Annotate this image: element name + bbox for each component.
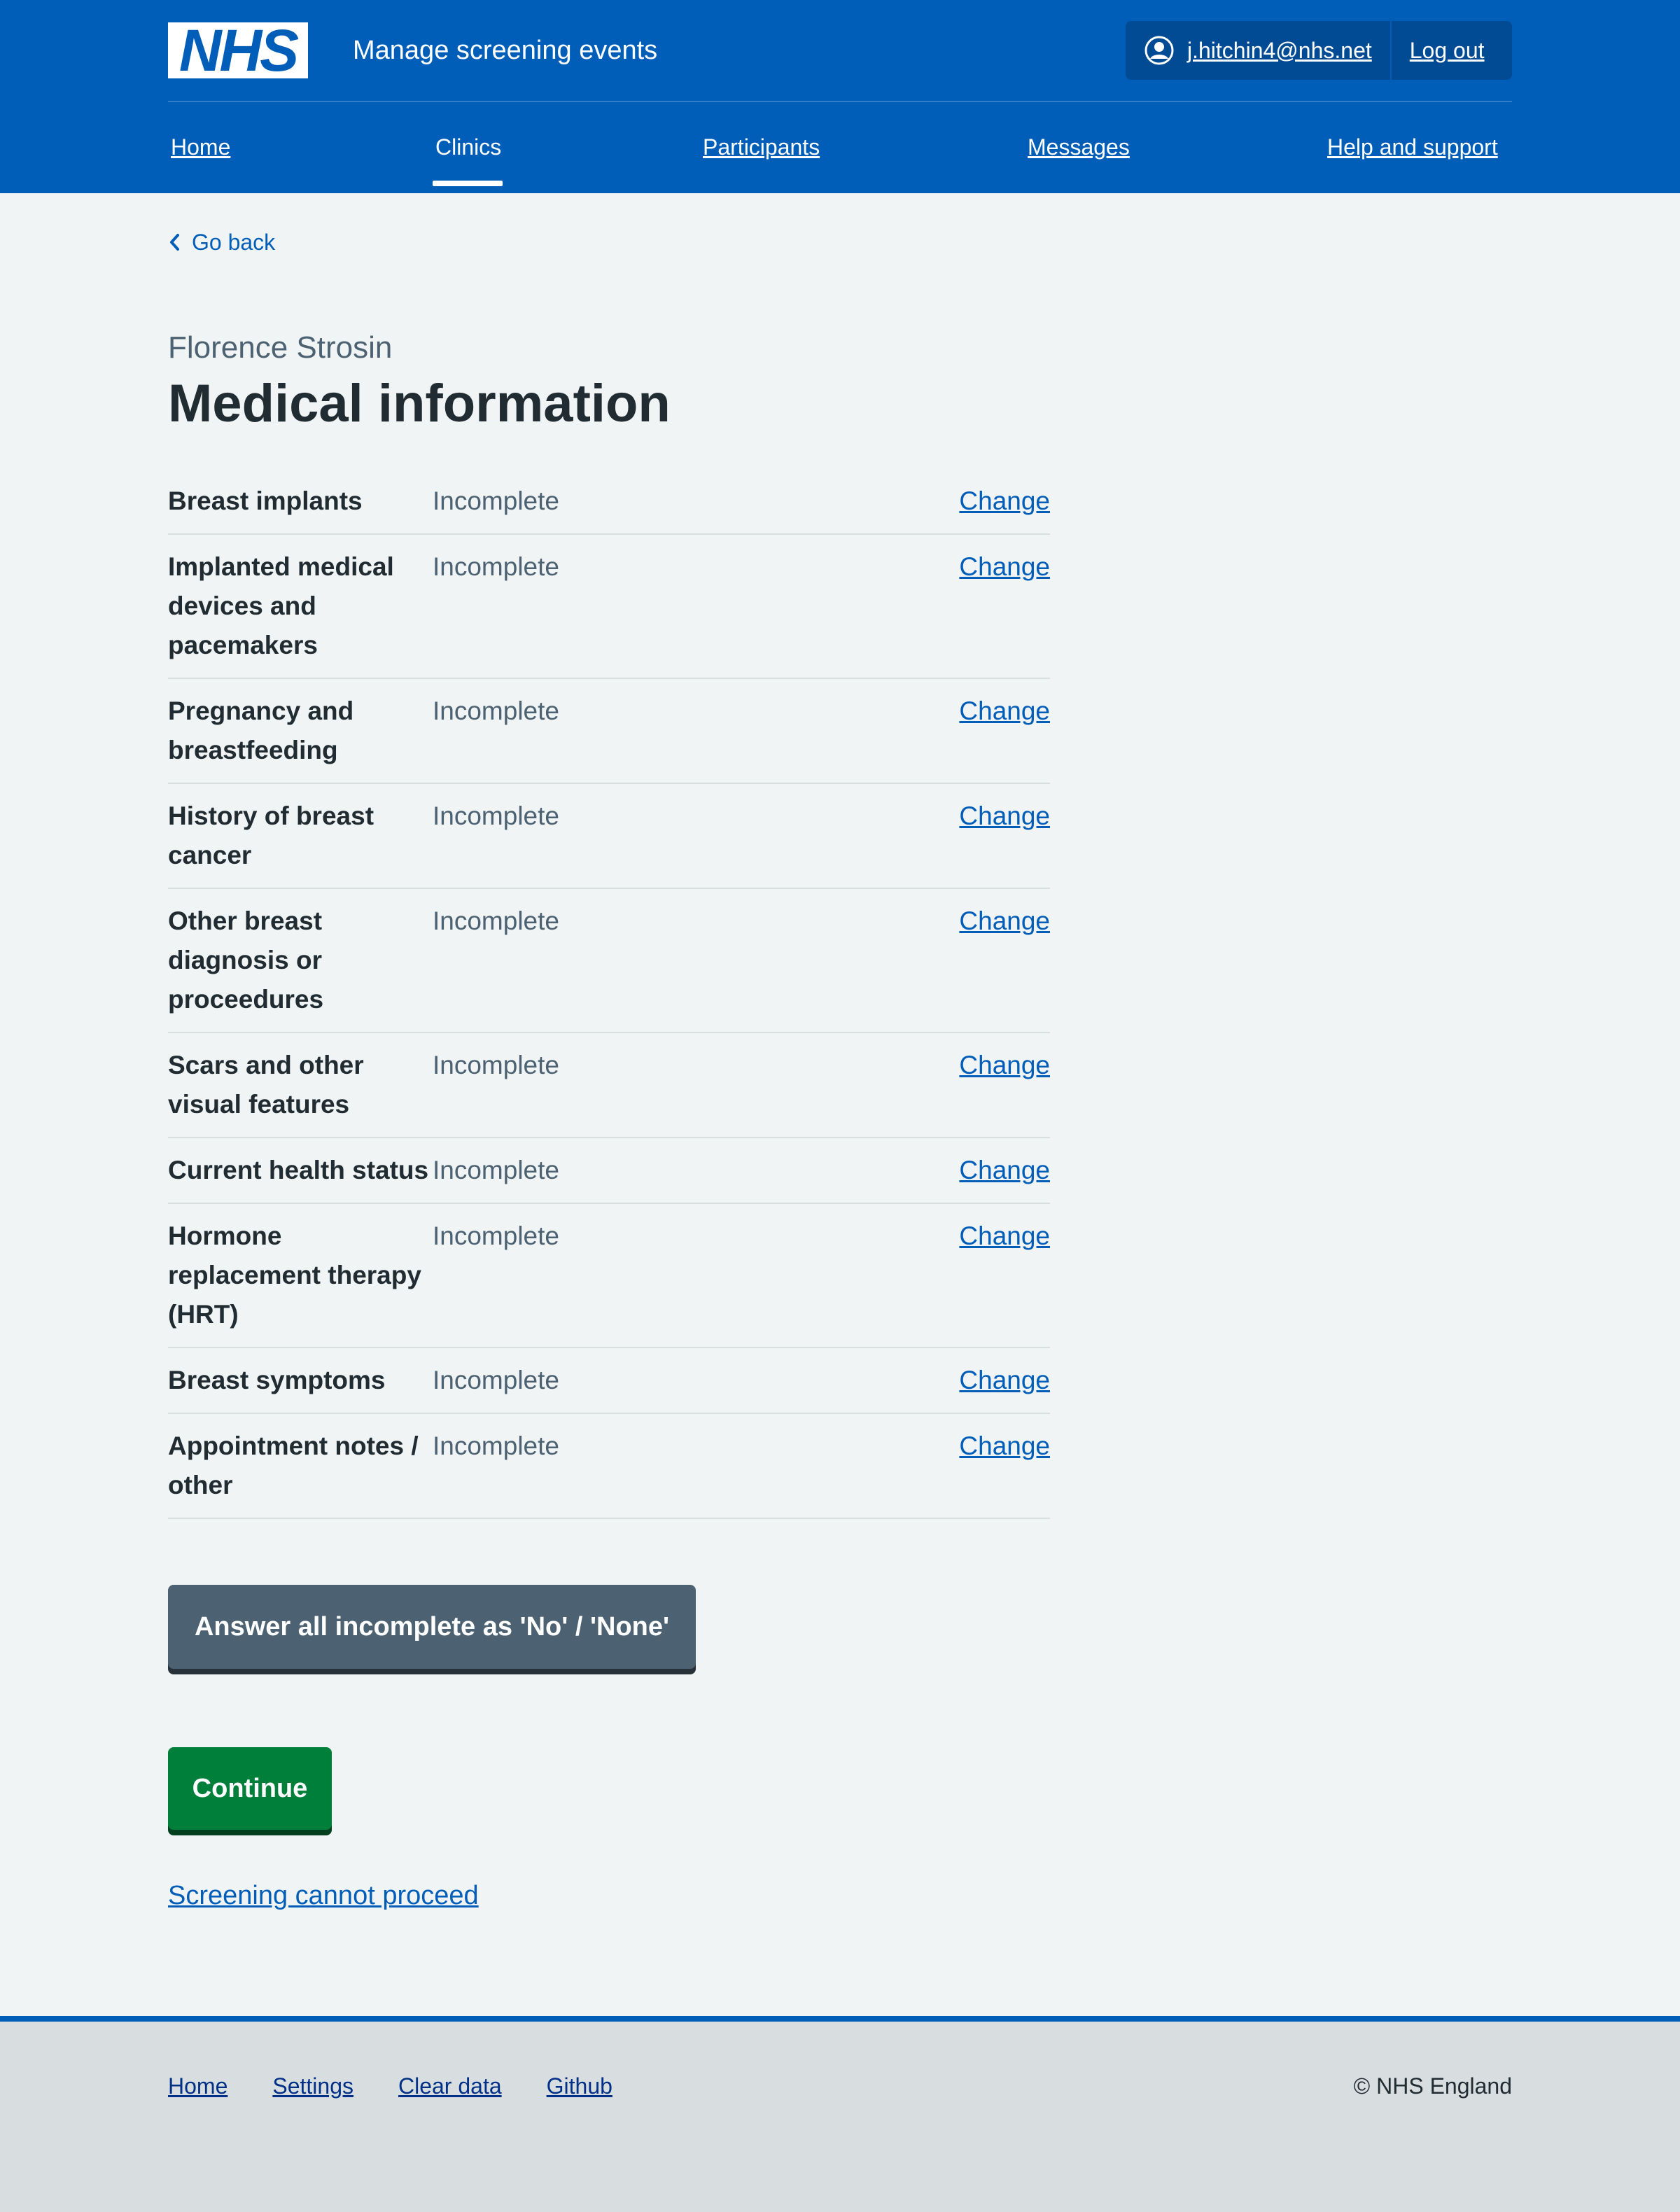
nav-active-indicator	[433, 181, 503, 186]
summary-row-breast-symptoms: Breast symptoms Incomplete Change	[168, 1348, 1050, 1414]
account-panel: j.hitchin4@nhs.net Log out	[1126, 21, 1512, 80]
summary-value: Incomplete	[433, 1156, 559, 1184]
change-link[interactable]: Change	[959, 1046, 1050, 1085]
summary-value: Incomplete	[433, 552, 559, 581]
summary-value: Incomplete	[433, 802, 559, 830]
summary-key: Current health status	[168, 1156, 429, 1184]
screening-cannot-proceed-link[interactable]: Screening cannot proceed	[168, 1879, 479, 1912]
chevron-left-icon	[170, 234, 179, 251]
change-link[interactable]: Change	[959, 1361, 1050, 1400]
nav-clinics[interactable]: Clinics	[435, 133, 501, 161]
primary-nav: Home Clinics Participants Messages Help …	[168, 102, 1512, 193]
summary-row-other-diagnosis: Other breast diagnosis or proceedures In…	[168, 889, 1050, 1033]
back-link-label: Go back	[192, 230, 276, 255]
answer-all-incomplete-button[interactable]: Answer all incomplete as 'No' / 'None'	[168, 1585, 696, 1669]
footer-link-clear-data[interactable]: Clear data	[398, 2072, 502, 2100]
user-email-link[interactable]: j.hitchin4@nhs.net	[1187, 38, 1372, 64]
summary-value: Incomplete	[433, 1222, 559, 1250]
change-link[interactable]: Change	[959, 902, 1050, 941]
change-link[interactable]: Change	[959, 692, 1050, 731]
footer-link-home[interactable]: Home	[168, 2072, 227, 2100]
change-link[interactable]: Change	[959, 1151, 1050, 1190]
nav-home[interactable]: Home	[171, 133, 230, 161]
summary-value: Incomplete	[433, 906, 559, 935]
summary-key: Implanted medical devices and pacemakers	[168, 552, 394, 659]
header-top: NHS Manage screening events j.hitchin4@n…	[168, 0, 1512, 102]
user-icon	[1144, 36, 1174, 65]
summary-key: Other breast diagnosis or proceedures	[168, 906, 324, 1014]
participant-name-caption: Florence Strosin	[168, 330, 393, 365]
change-link[interactable]: Change	[959, 1427, 1050, 1466]
summary-key: Scars and other visual features	[168, 1051, 364, 1119]
copyright: © NHS England	[1353, 2073, 1512, 2099]
summary-value: Incomplete	[433, 1366, 559, 1394]
summary-row-pregnancy: Pregnancy and breastfeeding Incomplete C…	[168, 679, 1050, 784]
footer-links: Home Settings Clear data Github	[168, 2072, 657, 2100]
summary-row-breast-cancer-history: History of breast cancer Incomplete Chan…	[168, 784, 1050, 889]
account-user: j.hitchin4@nhs.net	[1126, 21, 1392, 80]
nav-messages[interactable]: Messages	[1028, 133, 1130, 161]
change-link[interactable]: Change	[959, 547, 1050, 587]
logo-text: NHS	[178, 18, 299, 83]
nhs-logo[interactable]: NHS	[168, 18, 308, 83]
change-link[interactable]: Change	[959, 1217, 1050, 1256]
summary-key: Appointment notes / other	[168, 1432, 419, 1499]
summary-value: Incomplete	[433, 486, 559, 515]
continue-button[interactable]: Continue	[168, 1747, 332, 1830]
summary-key: History of breast cancer	[168, 802, 374, 869]
summary-key: Pregnancy and breastfeeding	[168, 696, 354, 764]
summary-row-implanted-devices: Implanted medical devices and pacemakers…	[168, 535, 1050, 679]
site-header: NHS Manage screening events j.hitchin4@n…	[0, 0, 1680, 193]
back-link[interactable]: Go back	[168, 228, 275, 256]
summary-row-hrt: Hormone replacement therapy (HRT) Incomp…	[168, 1204, 1050, 1348]
summary-list: Breast implants Incomplete Change Implan…	[168, 469, 1050, 1519]
summary-key: Hormone replacement therapy (HRT)	[168, 1222, 421, 1329]
nav-participants[interactable]: Participants	[703, 133, 820, 161]
page-title: Medical information	[168, 374, 671, 433]
site-footer: Home Settings Clear data Github © NHS En…	[0, 2016, 1680, 2212]
summary-row-scars: Scars and other visual features Incomple…	[168, 1033, 1050, 1138]
summary-row-appointment-notes: Appointment notes / other Incomplete Cha…	[168, 1414, 1050, 1519]
summary-value: Incomplete	[433, 1051, 559, 1079]
nav-help-and-support[interactable]: Help and support	[1327, 133, 1498, 161]
summary-row-current-health: Current health status Incomplete Change	[168, 1138, 1050, 1204]
logout-link[interactable]: Log out	[1410, 38, 1485, 64]
service-name: Manage screening events	[353, 36, 658, 65]
change-link[interactable]: Change	[959, 797, 1050, 836]
footer-link-github[interactable]: Github	[547, 2072, 612, 2100]
account-logout: Log out	[1392, 21, 1485, 80]
footer-link-settings[interactable]: Settings	[272, 2072, 354, 2100]
summary-row-breast-implants: Breast implants Incomplete Change	[168, 469, 1050, 535]
summary-value: Incomplete	[433, 1432, 559, 1460]
summary-key: Breast implants	[168, 486, 363, 515]
summary-key: Breast symptoms	[168, 1366, 386, 1394]
summary-value: Incomplete	[433, 696, 559, 725]
change-link[interactable]: Change	[959, 482, 1050, 521]
